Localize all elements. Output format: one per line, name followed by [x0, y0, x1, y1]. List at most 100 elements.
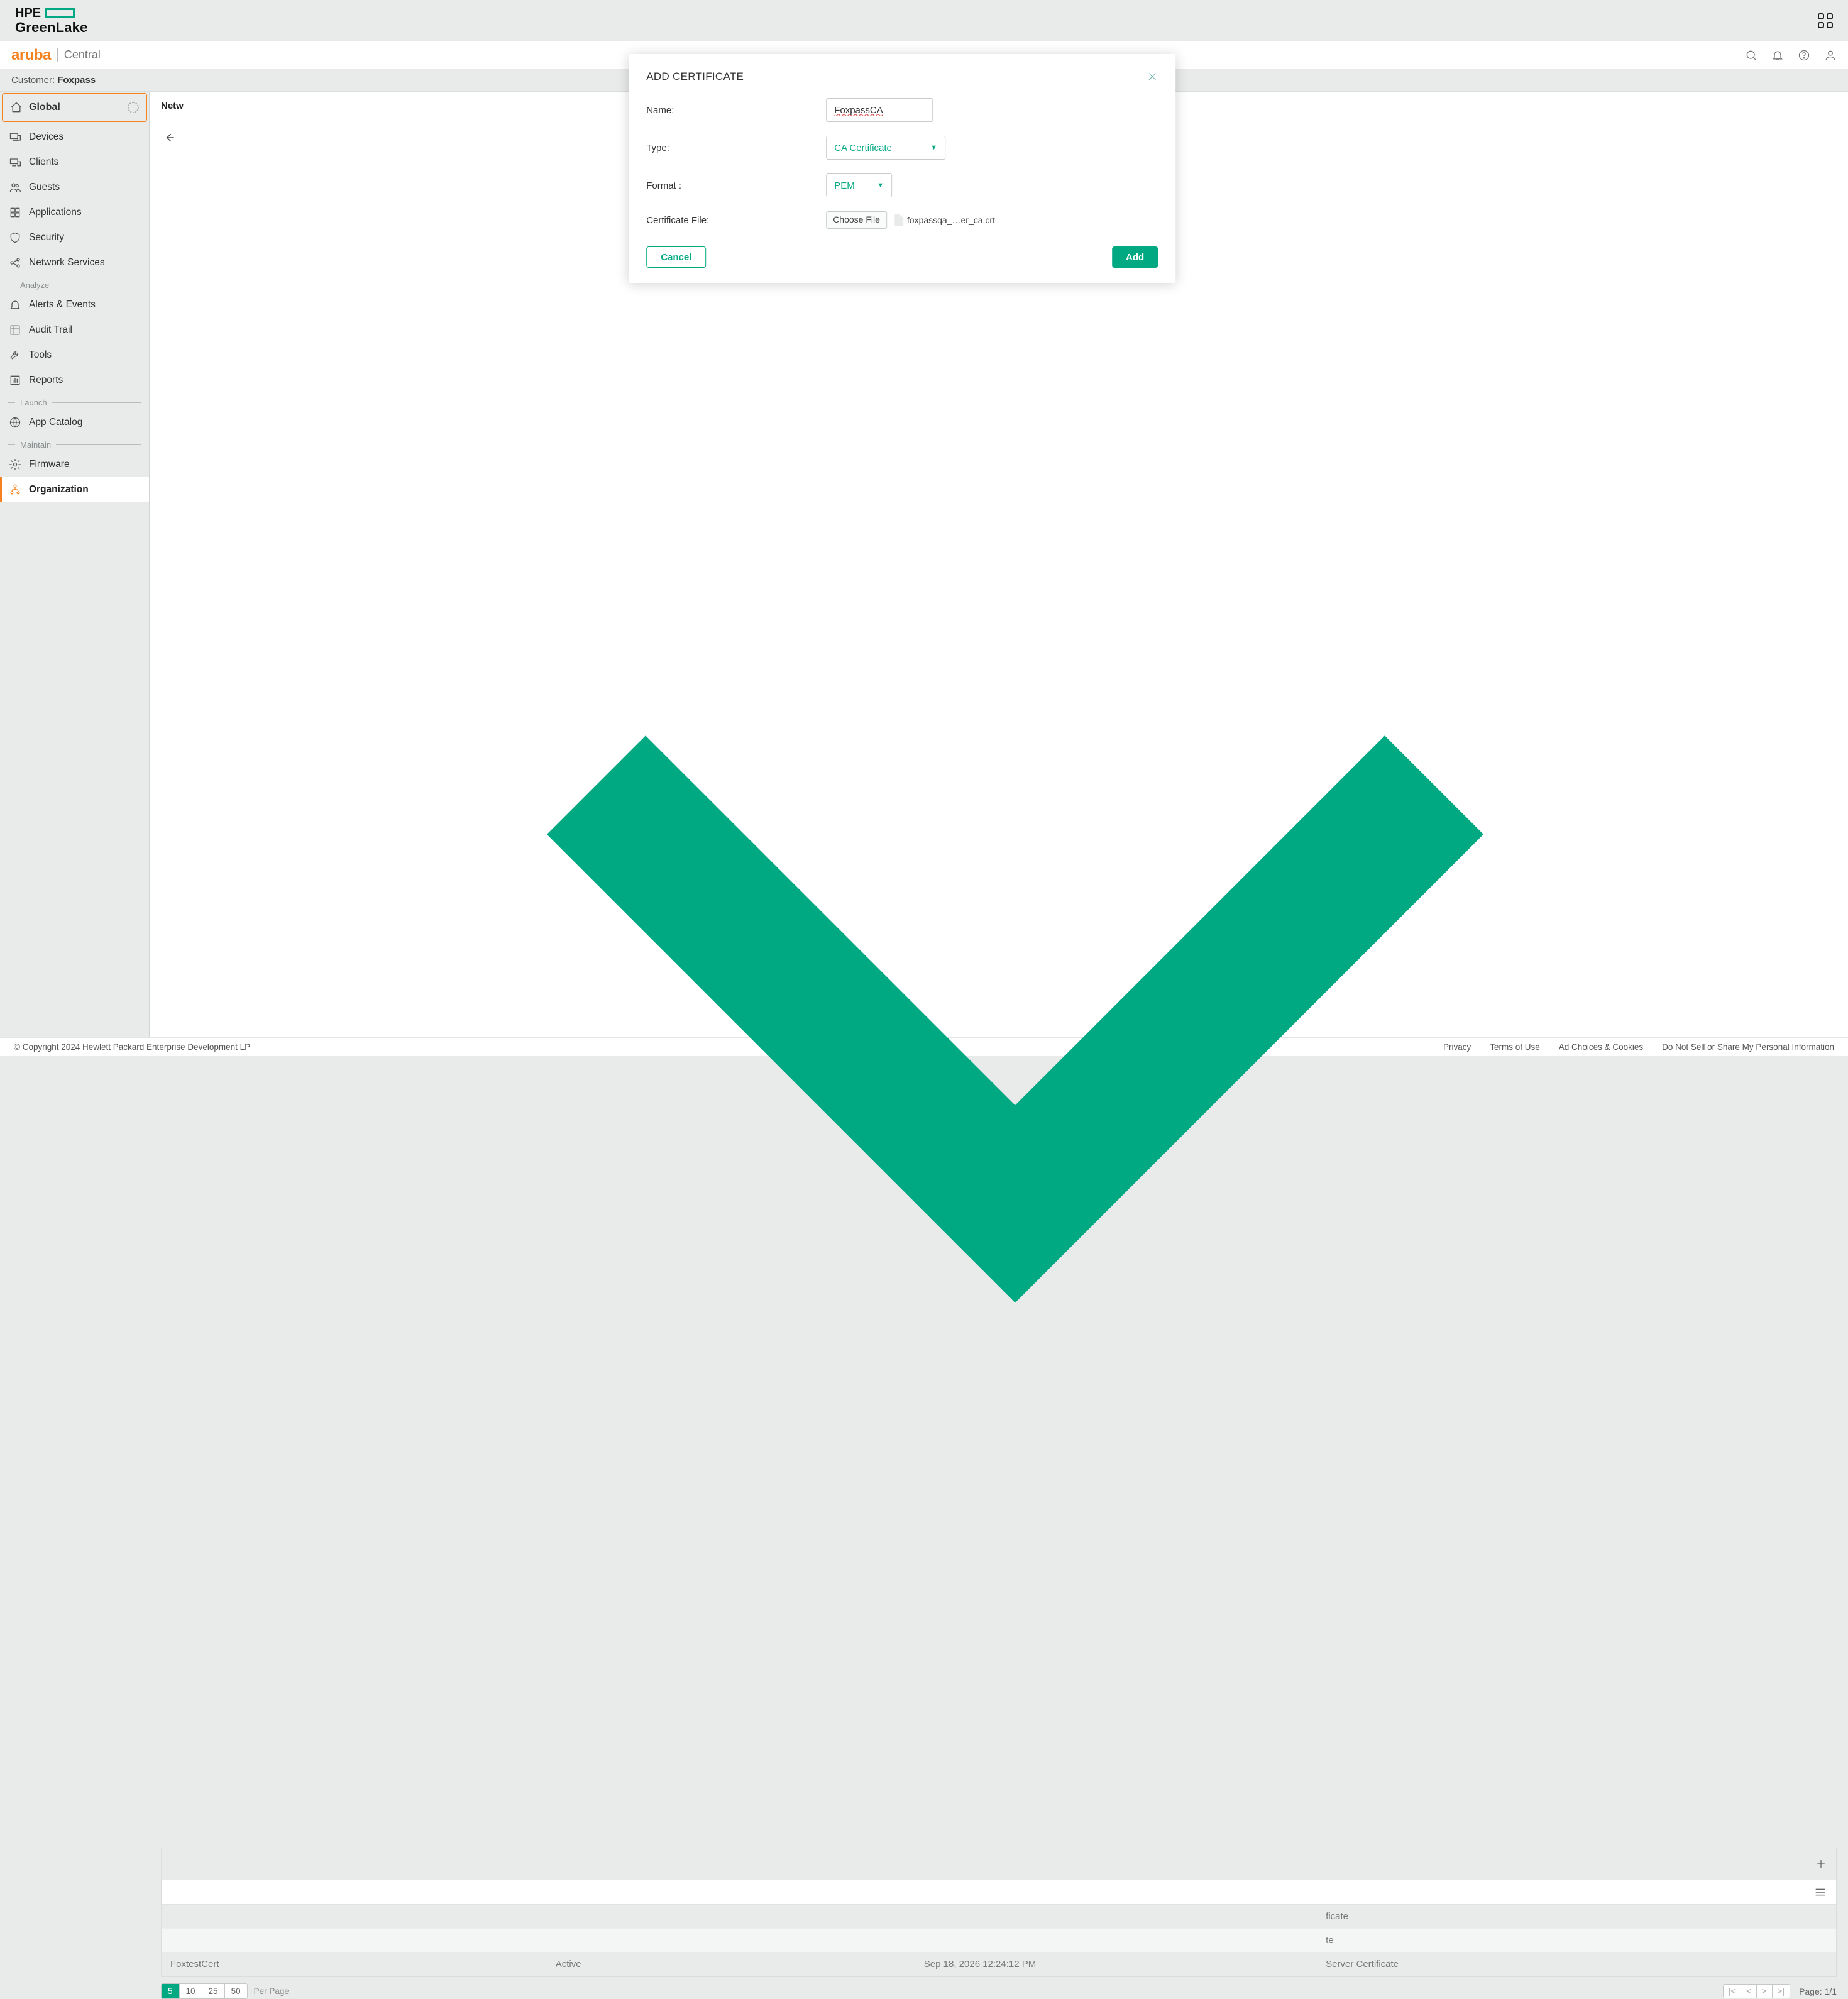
file-icon [894, 214, 903, 226]
page-size-25[interactable]: 25 [202, 1984, 225, 1998]
shield-icon [9, 231, 21, 244]
customer-name: Foxpass [57, 75, 96, 85]
format-value: PEM [834, 180, 855, 191]
hpe-rect-icon [45, 8, 75, 18]
chevron-down-icon: ▼ [877, 182, 884, 189]
format-label: Format : [646, 180, 810, 191]
close-icon[interactable] [1147, 71, 1158, 82]
choose-file-button[interactable]: Choose File [826, 211, 887, 229]
per-page-label: Per Page [254, 1986, 289, 1996]
add-certificate-modal: ADD CERTIFICATE Name: Type: CA Certifica… [629, 54, 1175, 283]
sidebar-item-label: Devices [29, 131, 63, 143]
page-size-segment: 5 10 25 50 [161, 1983, 248, 1999]
certificates-table: ficate te FoxtestCert Active Sep 18, 202… [162, 1905, 1836, 1976]
reports-icon [9, 374, 21, 387]
sidebar-item-label: App Catalog [29, 417, 82, 428]
sidebar-item-firmware[interactable]: Firmware [0, 452, 149, 477]
table-row[interactable]: ficate [162, 1905, 1836, 1929]
bell-icon[interactable] [1771, 49, 1784, 62]
gear-icon [9, 458, 21, 471]
panel-subtoolbar [162, 1880, 1836, 1905]
organization-icon [9, 483, 21, 496]
name-input[interactable] [826, 98, 933, 122]
loading-spinner-icon [128, 102, 139, 113]
plus-icon[interactable] [1815, 1858, 1827, 1870]
sidebar-section-analyze: Analyze [13, 280, 141, 290]
back-arrow-icon[interactable] [163, 131, 176, 144]
page-indicator: Page: 1/1 [1799, 1986, 1837, 1996]
product-name: Central [64, 48, 101, 62]
sidebar-item-label: Tools [29, 350, 52, 361]
sidebar-item-label: Guests [29, 182, 60, 193]
type-value: CA Certificate [834, 143, 892, 153]
customer-label: Customer: [11, 75, 55, 85]
sidebar-item-alerts[interactable]: Alerts & Events [0, 292, 149, 317]
sidebar-item-label: Network Services [29, 257, 105, 268]
sidebar-item-reports[interactable]: Reports [0, 368, 149, 393]
sidebar-section-launch: Launch [13, 398, 141, 407]
chevron-down-icon: ▼ [930, 144, 937, 151]
pagination-row: 5 10 25 50 Per Page |< < > >| Page: 1/1 [161, 1983, 1837, 1999]
sidebar-item-organization[interactable]: Organization [0, 477, 149, 502]
guests-icon [9, 181, 21, 194]
table-row[interactable]: te [162, 1929, 1836, 1952]
apps-grid-icon[interactable] [1818, 13, 1833, 28]
sidebar-item-applications[interactable]: Applications [0, 200, 149, 225]
modal-title: ADD CERTIFICATE [646, 70, 744, 83]
page-prev-button[interactable]: < [1741, 1985, 1757, 1998]
table-row[interactable]: FoxtestCert Active Sep 18, 2026 12:24:12… [162, 1952, 1836, 1976]
aruba-logo[interactable]: aruba [11, 47, 51, 64]
user-icon[interactable] [1824, 49, 1837, 62]
add-button[interactable]: Add [1112, 246, 1158, 268]
sidebar-item-guests[interactable]: Guests [0, 175, 149, 200]
sidebar-item-audit[interactable]: Audit Trail [0, 317, 149, 343]
hpe-text: HPE [15, 7, 41, 19]
hamburger-icon[interactable] [1813, 1885, 1827, 1899]
hpe-greenlake-logo[interactable]: HPE GreenLake [15, 7, 88, 35]
sidebar-item-label: Reports [29, 375, 63, 386]
greenlake-text: GreenLake [15, 21, 88, 35]
sidebar-item-app-catalog[interactable]: App Catalog [0, 410, 149, 435]
page-last-button[interactable]: >| [1773, 1985, 1790, 1998]
sidebar-item-clients[interactable]: Clients [0, 150, 149, 175]
applications-icon [9, 206, 21, 219]
sidebar-item-security[interactable]: Security [0, 225, 149, 250]
clients-icon [9, 156, 21, 168]
page-first-button[interactable]: |< [1724, 1985, 1741, 1998]
context-selector-global[interactable]: Global [2, 93, 147, 122]
name-label: Name: [646, 105, 810, 116]
separator [57, 48, 58, 62]
page-next-button[interactable]: > [1757, 1985, 1773, 1998]
sidebar-item-devices[interactable]: Devices [0, 124, 149, 150]
type-select[interactable]: CA Certificate ▼ [826, 136, 945, 160]
globe-icon [9, 416, 21, 429]
sidebar-item-label: Alerts & Events [29, 299, 96, 311]
format-select[interactable]: PEM ▼ [826, 173, 892, 197]
certfile-label: Certificate File: [646, 215, 810, 226]
network-icon [9, 256, 21, 269]
chevron-down-icon[interactable] [177, 1826, 1848, 1836]
certificates-panel: ficate te FoxtestCert Active Sep 18, 202… [161, 1848, 1837, 1977]
sidebar-item-label: Clients [29, 157, 58, 168]
search-icon[interactable] [1745, 49, 1757, 62]
sidebar-item-label: Applications [29, 207, 82, 218]
sidebar-item-label: Organization [29, 484, 89, 495]
context-label: Global [29, 102, 60, 113]
cancel-button[interactable]: Cancel [646, 246, 706, 268]
sidebar-item-label: Security [29, 232, 64, 243]
devices-icon [9, 131, 21, 143]
page-size-5[interactable]: 5 [162, 1984, 180, 1998]
sidebar-item-tools[interactable]: Tools [0, 343, 149, 368]
bell-icon [9, 299, 21, 311]
audit-icon [9, 324, 21, 336]
sidebar-item-label: Audit Trail [29, 324, 72, 336]
page-nav-segment: |< < > >| [1723, 1984, 1791, 1998]
sidebar-item-network-services[interactable]: Network Services [0, 250, 149, 275]
sidebar-item-label: Firmware [29, 459, 70, 470]
tools-icon [9, 349, 21, 361]
type-label: Type: [646, 143, 810, 153]
page-size-10[interactable]: 10 [180, 1984, 202, 1998]
help-icon[interactable] [1798, 49, 1810, 62]
sidebar-section-maintain: Maintain [13, 440, 141, 449]
page-size-50[interactable]: 50 [225, 1984, 247, 1998]
